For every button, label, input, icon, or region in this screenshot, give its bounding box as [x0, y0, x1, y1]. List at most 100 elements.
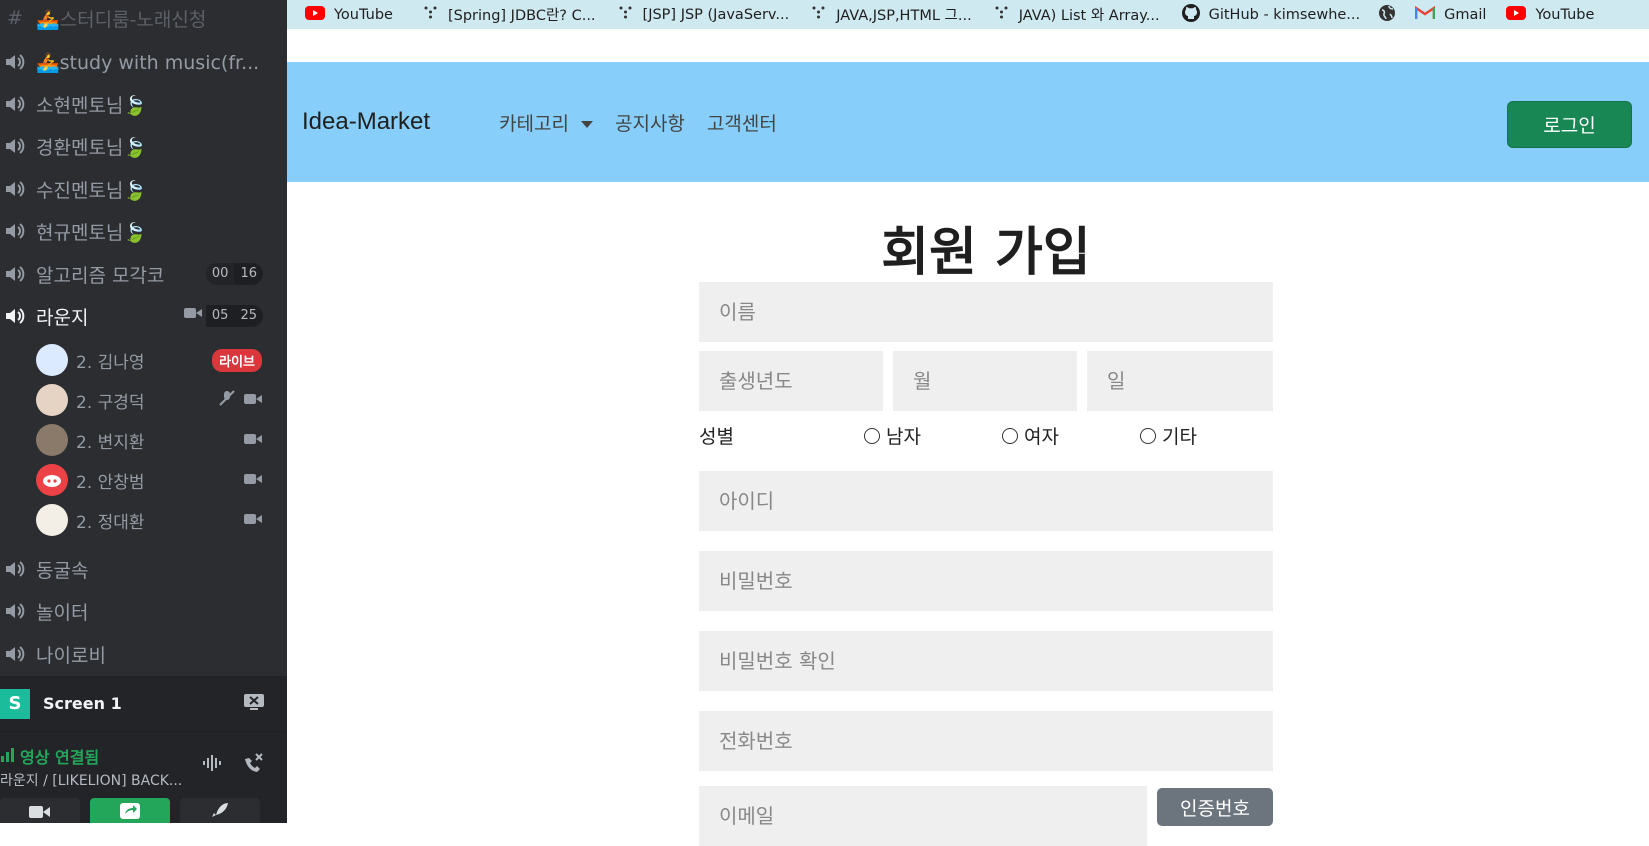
hash-icon: #: [7, 7, 23, 29]
bookmark-link[interactable]: JAVA,JSP,HTML 그...: [811, 4, 972, 25]
speaker-icon: [0, 264, 30, 284]
discord-sidebar: # 🚣스터디룸-노래신청 🚣study with music(fr... 소현멘…: [0, 0, 287, 823]
nav-support[interactable]: 고객센터: [707, 109, 777, 136]
site-navbar: Idea-Market 카테고리 공지사항 고객센터 로그인: [287, 62, 1649, 182]
bookmark-link[interactable]: [Spring] JDBC란? C...: [423, 4, 596, 25]
voice-channel-path: 라운지 / [LIKELION] BACK...: [0, 773, 183, 789]
gender-label: 성별: [699, 426, 734, 448]
channel-lounge[interactable]: 라운지 05 25: [0, 298, 270, 334]
rocket-icon: [210, 801, 230, 823]
brand-logo[interactable]: Idea-Market: [302, 108, 430, 136]
globe-icon: [1378, 4, 1405, 26]
activity-button[interactable]: [180, 798, 260, 823]
speaker-icon: [0, 136, 30, 156]
verification-code-button[interactable]: 인증번호: [1157, 788, 1273, 826]
radio-circle[interactable]: [864, 427, 880, 444]
share-screen-button[interactable]: [90, 798, 170, 823]
channel-playground[interactable]: 놀이터: [0, 593, 270, 629]
speaker-icon: [0, 559, 30, 579]
email-input[interactable]: [699, 786, 1147, 846]
bookmark-link[interactable]: [JSP] JSP (JavaServ...: [618, 5, 789, 25]
password-input[interactable]: [699, 551, 1273, 611]
login-button[interactable]: 로그인: [1507, 101, 1632, 148]
speaker-icon: [0, 221, 30, 241]
gender-radio-female[interactable]: 여자: [1002, 422, 1059, 449]
birth-year-input[interactable]: [699, 351, 883, 411]
gmail-icon: [1414, 5, 1444, 24]
caret-down-icon: [580, 111, 593, 133]
gender-radio-other[interactable]: 기타: [1140, 422, 1197, 449]
youtube-icon: [1506, 5, 1535, 24]
radio-circle[interactable]: [1002, 427, 1018, 444]
name-input[interactable]: [699, 282, 1273, 342]
bookmark-gmail[interactable]: Gmail: [1414, 5, 1486, 24]
github-icon: [1181, 3, 1209, 26]
voice-user[interactable]: 2. 김나영 라이브: [36, 342, 266, 378]
velog-icon: [423, 5, 448, 25]
channel-study-music[interactable]: 🚣study with music(fr...: [0, 44, 270, 80]
voice-user[interactable]: 2. 구경덕: [36, 382, 266, 418]
page-title: 회원 가입: [881, 223, 1091, 283]
voice-user[interactable]: 2. 정대환: [36, 502, 266, 538]
id-input[interactable]: [699, 471, 1273, 531]
user-count-badge: 00 16: [205, 263, 263, 285]
channel-kyunghwan[interactable]: 경환멘토님🍃: [0, 128, 270, 164]
avatar: [36, 424, 68, 456]
channel-sujin[interactable]: 수진멘토님🍃: [0, 171, 270, 207]
speaker-icon: [0, 94, 30, 114]
gender-radio-male[interactable]: 남자: [864, 422, 921, 449]
phone-input[interactable]: [699, 711, 1273, 771]
nav-links: 카테고리 공지사항 고객센터: [499, 109, 799, 136]
speaker-icon: [0, 644, 30, 664]
birth-month-input[interactable]: [893, 351, 1077, 411]
password-confirm-input[interactable]: [699, 631, 1273, 691]
channel-nairobi[interactable]: 나이로비: [0, 636, 270, 672]
velog-icon: [618, 5, 643, 25]
video-icon: [180, 305, 206, 327]
disconnect-icon[interactable]: [241, 751, 265, 779]
channel-algorithm[interactable]: 알고리즘 모각코 00 16: [0, 256, 270, 292]
speaker-icon: [0, 306, 30, 326]
velog-icon: [811, 5, 836, 25]
mic-muted-icon: [218, 389, 236, 412]
bookmark-youtube[interactable]: YouTube: [1506, 5, 1594, 24]
bookmark-github[interactable]: GitHub - kimsewhe...: [1181, 3, 1360, 26]
voice-user[interactable]: 2. 안창범: [36, 462, 266, 498]
video-icon: [244, 510, 262, 530]
velog-icon: [994, 5, 1019, 25]
share-arrow-icon: [119, 802, 141, 823]
avatar: [36, 344, 68, 376]
stop-stream-icon[interactable]: [243, 693, 265, 715]
speaker-icon: [0, 179, 30, 199]
speaker-icon: [0, 52, 30, 72]
user-count-badge: 05 25: [180, 305, 263, 327]
bookmark-link[interactable]: JAVA) List 와 Array...: [994, 4, 1160, 25]
bookmarks-bar: YouTube [Spring] JDBC란? C... [JSP] JSP (…: [287, 0, 1649, 29]
screen-avatar: S: [0, 688, 30, 719]
bookmark-globe[interactable]: [1378, 4, 1405, 26]
voice-panel: S Screen 1 영상 연결됨 라운지 / [LIKELION] BACK.…: [0, 676, 287, 823]
avatar: [36, 384, 68, 416]
birth-day-input[interactable]: [1087, 351, 1273, 411]
discord-avatar-icon: [36, 464, 68, 496]
channel-sohyun[interactable]: 소현멘토님🍃: [0, 86, 270, 122]
connection-status[interactable]: 영상 연결됨: [0, 744, 99, 768]
nav-category-dropdown[interactable]: 카테고리: [499, 109, 593, 136]
bookmark-youtube[interactable]: YouTube: [305, 5, 393, 24]
gender-group: 성별 남자 여자 기타: [699, 422, 1273, 452]
noise-suppression-icon[interactable]: [202, 754, 224, 776]
radio-circle[interactable]: [1140, 427, 1156, 444]
avatar: [36, 504, 68, 536]
camera-button[interactable]: [0, 798, 80, 823]
channel-study-room[interactable]: # 🚣스터디룸-노래신청: [0, 0, 270, 36]
nav-notice[interactable]: 공지사항: [615, 109, 685, 136]
speaker-icon: [0, 601, 30, 621]
video-icon: [29, 804, 51, 823]
channel-cave[interactable]: 동굴속: [0, 551, 270, 587]
screen-label: Screen 1: [43, 694, 122, 713]
screen-share-row[interactable]: S Screen 1: [0, 676, 287, 732]
channel-hyungyu[interactable]: 현규멘토님🍃: [0, 213, 270, 249]
video-icon: [244, 430, 262, 450]
voice-user[interactable]: 2. 변지환: [36, 422, 266, 458]
signal-icon: [0, 746, 16, 766]
